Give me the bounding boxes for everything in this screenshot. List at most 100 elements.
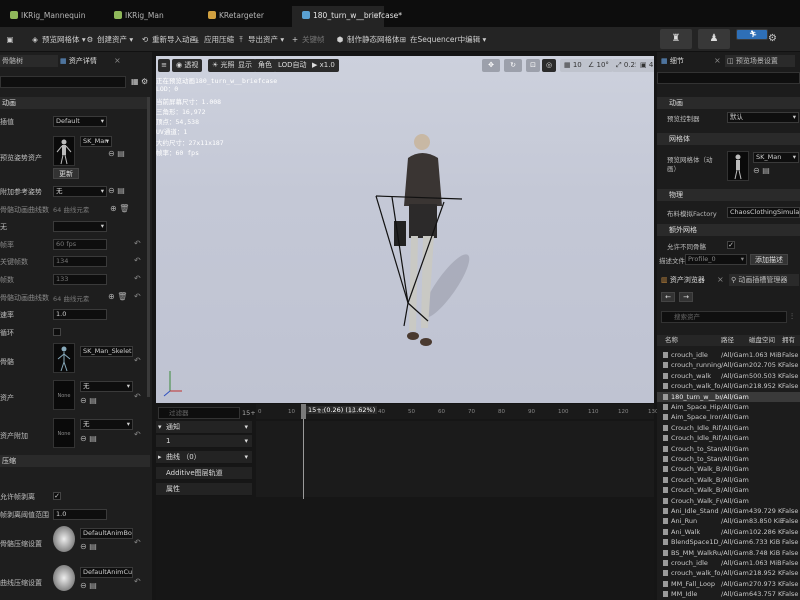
forward-button[interactable]: →	[679, 292, 693, 302]
reset-icon[interactable]: ↶	[134, 577, 141, 586]
bone-codec-select[interactable]: DefaultAnimBone	[80, 528, 133, 539]
section-mesh[interactable]: 网格体	[657, 133, 800, 145]
list-item[interactable]: BS_MM_WalkRun/All/Game8.748 KiBFalse	[657, 548, 800, 558]
browse-icon[interactable]: ⊖ ▤	[108, 186, 125, 195]
close-icon[interactable]: ×	[717, 275, 724, 284]
track-notifies[interactable]: ▾ 通知 ▾	[156, 421, 252, 434]
skeleton-thumbnail[interactable]	[53, 343, 75, 373]
curve-codec-select[interactable]: DefaultAnimCurv	[80, 567, 133, 578]
col-disk[interactable]: 磁盘空间	[749, 335, 775, 346]
list-item[interactable]: 180_turn_w__brie/All/Game	[657, 391, 800, 402]
skeleton-select[interactable]: SK_Man_Skeleton	[80, 346, 133, 357]
list-item[interactable]: BlendSpace1D_Cr/All/Game6.733 KiBFalse	[657, 537, 800, 547]
save-icon[interactable]: ▣	[5, 32, 17, 47]
preview-mesh-thumbnail[interactable]	[727, 151, 749, 181]
back-button[interactable]: ←	[661, 292, 675, 302]
close-icon[interactable]: ×	[714, 56, 721, 65]
filter-input[interactable]: 过滤器	[158, 407, 240, 419]
tab-ikrig-man[interactable]: IKRig_Man	[104, 6, 196, 27]
preview-mesh-select[interactable]: SK_Man ▾	[80, 136, 112, 147]
scrollbar[interactable]	[147, 97, 150, 397]
list-item[interactable]: Crouch_Walk_Bwd/All/Game	[657, 475, 800, 485]
browse-icon[interactable]: ⊖ ▤	[80, 581, 97, 590]
reset-icon[interactable]: ↶	[134, 538, 141, 547]
reset-icon[interactable]: ↶	[134, 239, 141, 248]
browse-icon[interactable]: ⊖ ▤	[80, 434, 97, 443]
track-area[interactable]	[256, 421, 654, 497]
section-header-compression[interactable]: 压缩	[0, 455, 150, 467]
close-icon[interactable]: ×	[114, 56, 121, 65]
reset-icon[interactable]: ↶	[134, 256, 141, 265]
list-item[interactable]: Ani_Run/All/Game83.850 KiBFalse	[657, 516, 800, 526]
profile-select[interactable]: Profile_0 ▾	[685, 254, 747, 265]
list-item[interactable]: Crouch_Walk_Fwd/All/Game	[657, 496, 800, 506]
section-header-animation[interactable]: 动画	[0, 97, 150, 109]
reset-icon[interactable]: ↶	[134, 292, 141, 301]
update-button[interactable]: 更新	[53, 168, 79, 179]
loop-checkbox[interactable]	[53, 328, 61, 336]
curve-codec-thumbnail[interactable]	[53, 565, 75, 591]
list-item[interactable]: crouch_walk/All/Game500.503 KiBFalse	[657, 371, 800, 381]
make-static-mesh-button[interactable]: ⬢ 制作静态网格体	[335, 32, 400, 47]
viewport[interactable]: ≡ ◉ 透视 ☀ 光照 显示 角色 LOD自动 ▶ x1.0 ✥ ↻ ⊡ ◎ ▦…	[156, 56, 654, 403]
gear-icon[interactable]: ⚙	[141, 77, 148, 86]
list-item[interactable]: MM_Idle/All/Game643.757 KiBFalse	[657, 589, 800, 599]
col-name[interactable]: 名称	[665, 335, 678, 346]
tab-kretargeter[interactable]: KRetargeter	[198, 6, 290, 27]
asset-select[interactable]: 无 ▾	[80, 381, 133, 392]
list-item[interactable]: Aim_Space_Irons/All/Game	[657, 412, 800, 422]
ref-pose-select[interactable]: 无 ▾	[53, 186, 107, 197]
tab-preview-scene[interactable]: ◫ 预览场景设置	[725, 55, 795, 67]
add-delete-icon[interactable]: ⊕ 🗑︎	[108, 292, 127, 301]
list-item[interactable]: Ani_Walk/All/Game102.286 KiBFalse	[657, 527, 800, 537]
add-delete-icon[interactable]: ⊕ 🗑︎	[110, 204, 129, 213]
preview-controller-select[interactable]: 默认 ▾	[727, 112, 799, 123]
asset-search-input[interactable]: 搜索资产	[661, 311, 787, 323]
reset-icon[interactable]: ↶	[134, 392, 141, 401]
track-notify-1[interactable]: 1 ▾	[156, 435, 252, 448]
browse-icon[interactable]: ⊖ ▤	[753, 166, 770, 175]
list-item[interactable]: Ani_Idle_Stand/All/Game439.729 KiBFalse	[657, 506, 800, 516]
cloth-factory-select[interactable]: ChaosClothingSimulation	[727, 207, 800, 218]
track-attributes[interactable]: 属性	[156, 483, 252, 496]
frame-threshold-field[interactable]: 1.0	[53, 509, 107, 520]
search-input[interactable]	[0, 76, 126, 88]
mesh-mode-button[interactable]: ♟	[698, 29, 730, 49]
list-item[interactable]: Crouch_to_Stand/All/Game	[657, 444, 800, 454]
tab-anim-slot-manager[interactable]: ⚲ 动画插槽管理器	[729, 274, 799, 286]
list-item[interactable]: crouch_running/All/Game202.705 KiBFalse	[657, 360, 800, 370]
animation-mode-button[interactable]: 🏃︎	[736, 29, 768, 40]
browse-icon[interactable]: ⊖ ▤	[80, 542, 97, 551]
preview-mesh-button[interactable]: ◈ 预览网格体 ▾	[30, 32, 86, 47]
interp-select[interactable]: Default ▾	[53, 116, 107, 127]
add-profile-button[interactable]: 添加描述	[750, 254, 788, 265]
col-path[interactable]: 路径	[721, 335, 734, 346]
reset-icon[interactable]: ↶	[134, 430, 141, 439]
section-physics[interactable]: 物理	[657, 189, 800, 201]
tab-skeleton-tree[interactable]: 骨骼树	[0, 55, 58, 67]
list-item[interactable]: Aim_Space_Hip/All/Game	[657, 402, 800, 412]
skeleton-mode-button[interactable]: ♜	[660, 29, 692, 49]
key-button[interactable]: + 关键帧	[290, 32, 325, 47]
edit-in-sequencer-button[interactable]: ⊞ 在Sequencer中编辑 ▾	[398, 32, 486, 47]
list-item[interactable]: crouch_idle/All/Game1.063 MiBFalse	[657, 558, 800, 568]
tab-anim-sequence[interactable]: 180_turn_w__briefcase* ×	[292, 6, 402, 27]
track-curves[interactable]: ▸ 曲线 （0） ▾	[156, 451, 252, 464]
section-animation[interactable]: 动画	[657, 97, 800, 109]
list-item[interactable]: Crouch_Idle_Rifle/All/Game	[657, 433, 800, 443]
table-view-icon[interactable]: ▦	[131, 77, 139, 86]
filter-icon[interactable]: ⫶	[791, 312, 793, 322]
list-item[interactable]: crouch_walk_forw/All/Game218.952 KiBFals…	[657, 381, 800, 391]
preview-mesh-select[interactable]: SK_Man ▾	[753, 152, 799, 163]
tab-ikrig-mannequin[interactable]: IKRig_Mannequin	[0, 6, 100, 27]
asset2-thumbnail[interactable]: None	[53, 418, 75, 448]
list-item[interactable]: MM_Fall_Loop/All/Game270.973 KiBFalse	[657, 579, 800, 589]
apply-compress-button[interactable]: ⤓ 应用压缩	[192, 32, 234, 47]
allow-different-skeletons-checkbox[interactable]: ✓	[727, 241, 735, 249]
list-item[interactable]: Crouch_to_Stand/All/Game	[657, 454, 800, 464]
reimport-button[interactable]: ⟲ 重新导入动画	[140, 32, 197, 47]
create-asset-button[interactable]: ⚙ 创建资产 ▾	[85, 32, 134, 47]
browse-icon[interactable]: ⊖ ▤	[108, 149, 125, 158]
asset-thumbnail[interactable]: None	[53, 380, 75, 410]
bone-codec-thumbnail[interactable]	[53, 526, 75, 552]
